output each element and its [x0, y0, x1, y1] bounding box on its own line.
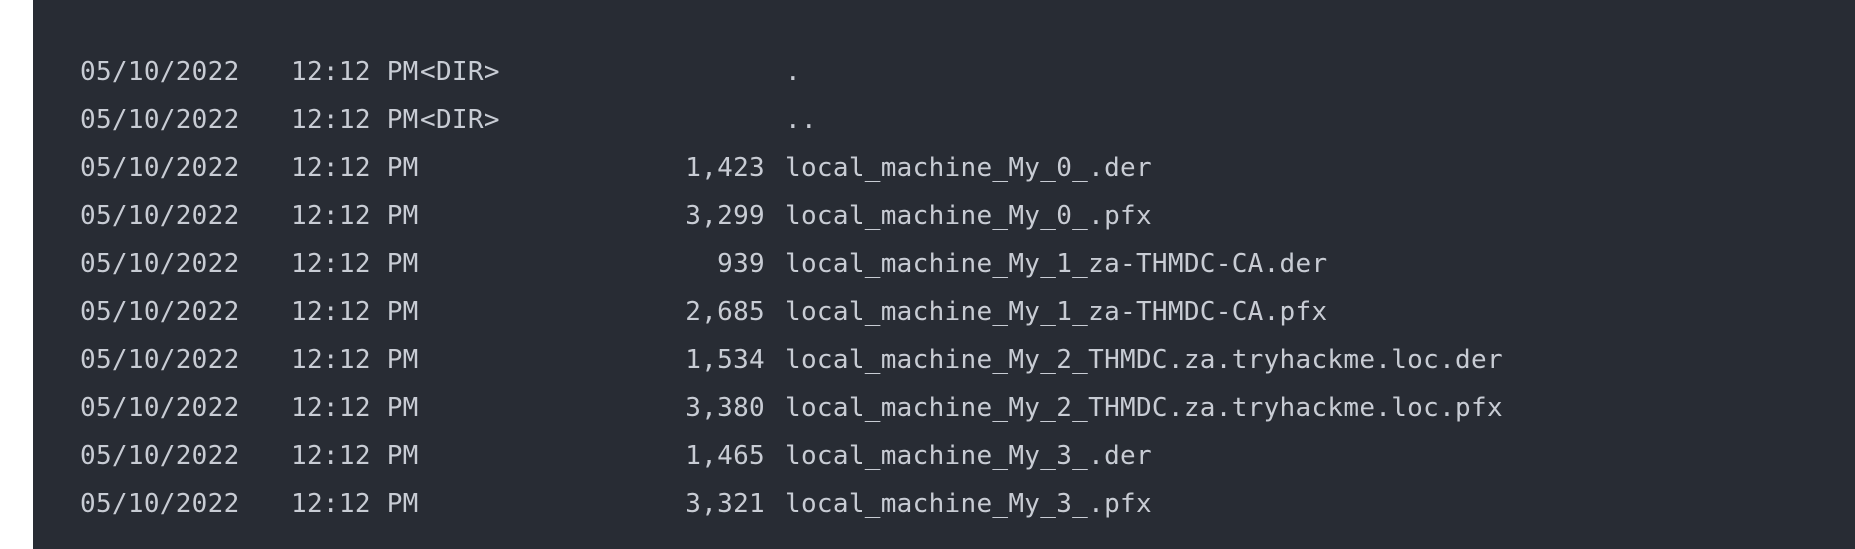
entry-size: 3,321 — [685, 489, 765, 519]
entry-name: local_machine_My_0_.der — [785, 153, 1152, 183]
entry-date: 05/10/2022 — [80, 297, 240, 327]
entry-date: 05/10/2022 — [80, 105, 240, 135]
listing-row: 05/10/2022 12:12 PM 3,380 local_machine_My_… — [80, 384, 1855, 432]
entry-name: local_machine_My_2_THMDC.za.tryhackme.lo… — [785, 393, 1503, 423]
listing-row: 05/10/2022 12:12 PM 3,321 local_machine_My_… — [80, 480, 1855, 528]
terminal-output-block: 05/10/2022 12:12 PM<DIR>. 05/10/2022 12:12 … — [33, 0, 1855, 549]
entry-time: 12:12 PM — [291, 201, 419, 231]
entry-name: local_machine_My_3_.pfx — [785, 489, 1152, 519]
entry-size: 1,423 — [685, 153, 765, 183]
entry-name: local_machine_My_1_za-THMDC-CA.der — [785, 249, 1328, 279]
entry-time: 12:12 PM — [291, 249, 419, 279]
listing-row: 05/10/2022 12:12 PM 1,423 local_machine_My_… — [80, 144, 1855, 192]
entry-time: 12:12 PM — [291, 393, 419, 423]
entry-name: local_machine_My_1_za-THMDC-CA.pfx — [785, 297, 1328, 327]
listing-row: 05/10/2022 12:12 PM<DIR>.. — [80, 96, 1855, 144]
entry-dir-marker: <DIR> — [420, 57, 500, 87]
listing-row: 05/10/2022 12:12 PM<DIR>. — [80, 48, 1855, 96]
entry-date: 05/10/2022 — [80, 441, 240, 471]
entry-date: 05/10/2022 — [80, 153, 240, 183]
entry-date: 05/10/2022 — [80, 393, 240, 423]
listing-row: 05/10/2022 12:12 PM 939 local_machine_My_1_… — [80, 240, 1855, 288]
entry-size: 939 — [717, 249, 765, 279]
directory-listing: 05/10/2022 12:12 PM<DIR>. 05/10/2022 12:12 … — [80, 48, 1855, 528]
entry-date: 05/10/2022 — [80, 201, 240, 231]
entry-name: local_machine_My_2_THMDC.za.tryhackme.lo… — [785, 345, 1503, 375]
entry-name: local_machine_My_3_.der — [785, 441, 1152, 471]
entry-name: . — [785, 57, 801, 87]
listing-row: 05/10/2022 12:12 PM 3,299 local_machine_My_… — [80, 192, 1855, 240]
listing-row: 05/10/2022 12:12 PM 1,534 local_machine_My_… — [80, 336, 1855, 384]
entry-time: 12:12 PM — [291, 105, 419, 135]
listing-row: 05/10/2022 12:12 PM 2,685 local_machine_My_… — [80, 288, 1855, 336]
entry-dir-marker: <DIR> — [420, 105, 500, 135]
entry-time: 12:12 PM — [291, 297, 419, 327]
entry-time: 12:12 PM — [291, 345, 419, 375]
entry-date: 05/10/2022 — [80, 489, 240, 519]
entry-time: 12:12 PM — [291, 57, 419, 87]
entry-date: 05/10/2022 — [80, 345, 240, 375]
entry-size: 1,534 — [685, 345, 765, 375]
listing-row: 05/10/2022 12:12 PM 1,465 local_machine_My_… — [80, 432, 1855, 480]
entry-size: 1,465 — [685, 441, 765, 471]
entry-time: 12:12 PM — [291, 441, 419, 471]
entry-name: local_machine_My_0_.pfx — [785, 201, 1152, 231]
entry-size: 3,299 — [685, 201, 765, 231]
entry-date: 05/10/2022 — [80, 57, 240, 87]
entry-time: 12:12 PM — [291, 489, 419, 519]
entry-size: 3,380 — [685, 393, 765, 423]
entry-time: 12:12 PM — [291, 153, 419, 183]
entry-size: 2,685 — [685, 297, 765, 327]
entry-name: .. — [785, 105, 817, 135]
entry-date: 05/10/2022 — [80, 249, 240, 279]
